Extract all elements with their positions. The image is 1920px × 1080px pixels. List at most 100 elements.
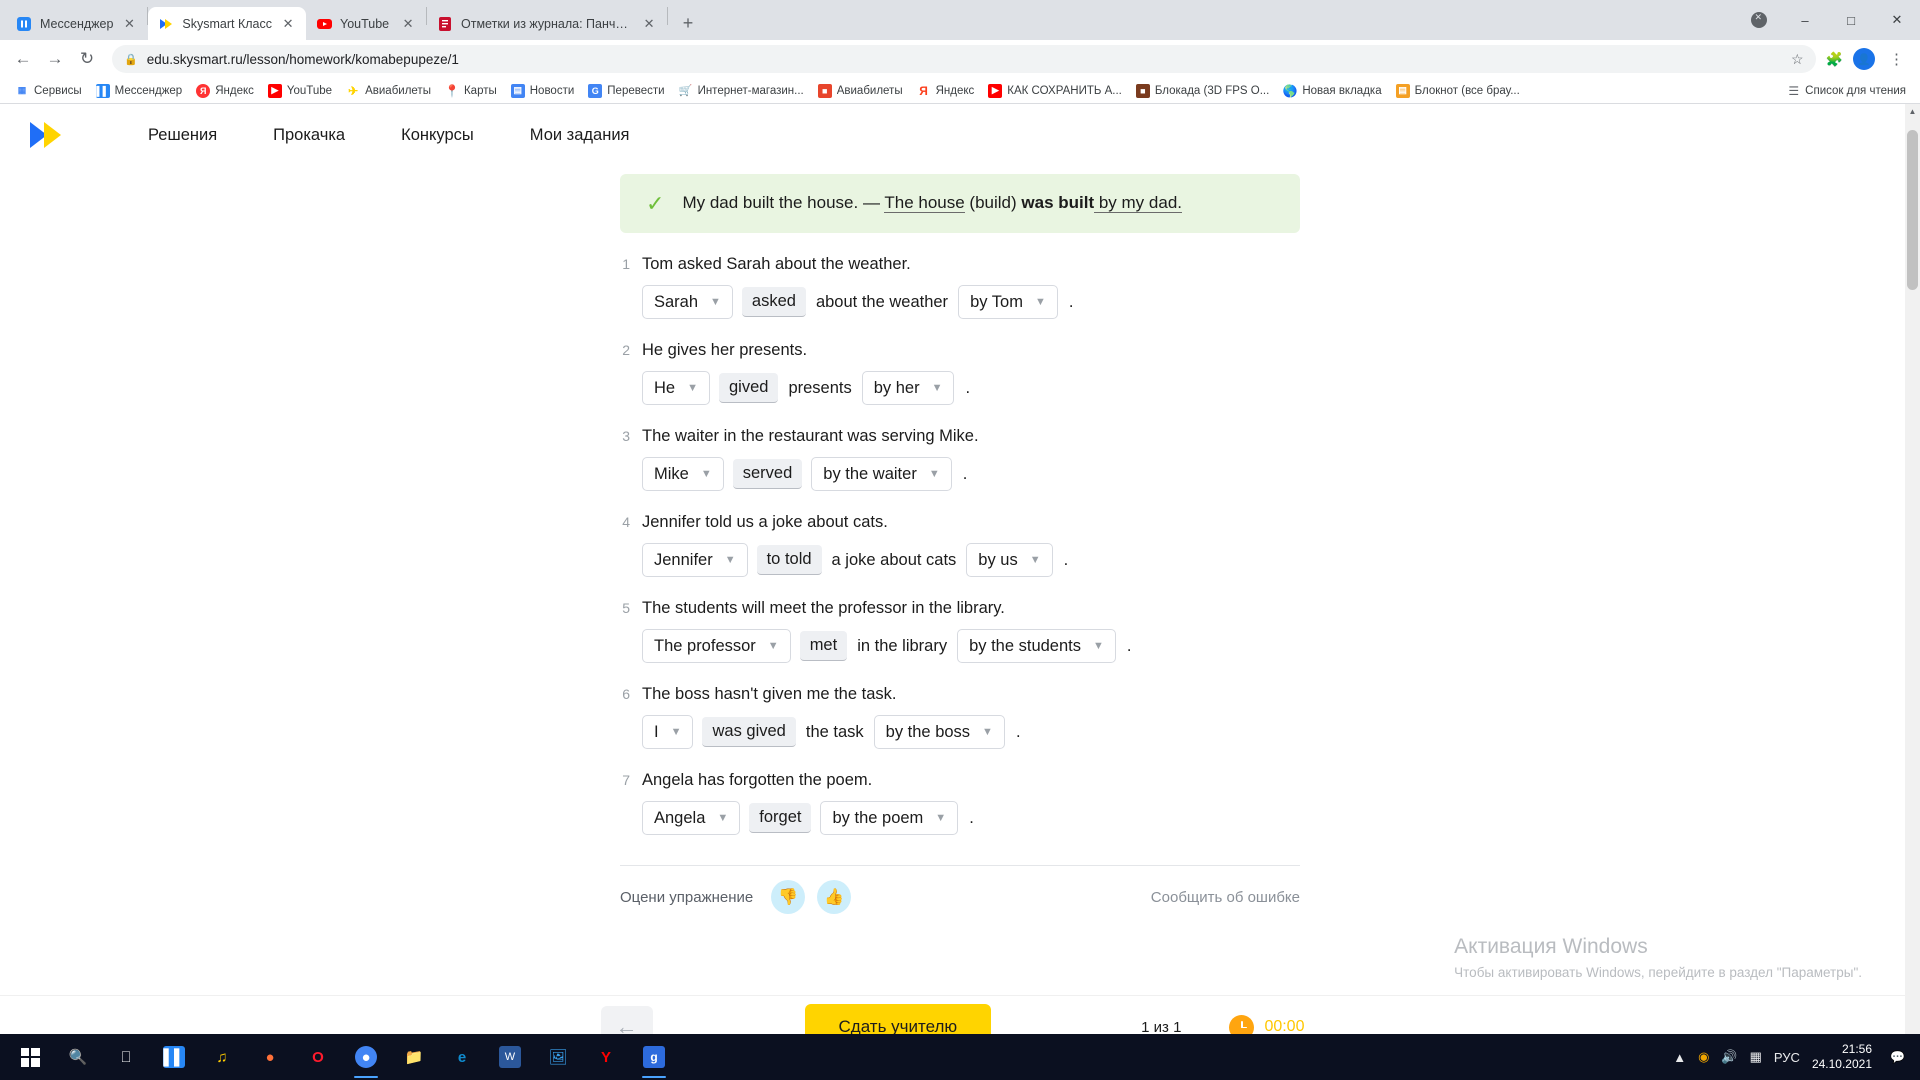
window-close-button[interactable]: ✕ — [1874, 4, 1920, 36]
bookmark-maps[interactable]: 📍 Карты — [438, 82, 504, 100]
verb-answer[interactable]: met — [799, 631, 848, 661]
bookmark-shop[interactable]: 🛒 Интернет-магазин... — [672, 82, 811, 100]
subject-select[interactable]: Angela ▼ — [642, 801, 741, 835]
agent-select[interactable]: by the poem ▼ — [820, 801, 959, 835]
notifications-icon[interactable]: 💬 — [1890, 1050, 1905, 1064]
bookmark-aviabilety-2[interactable]: ■ Авиабилеты — [811, 82, 910, 100]
bookmark-translate[interactable]: G Перевести — [581, 82, 671, 100]
profile-avatar[interactable]: 👤 — [1853, 48, 1875, 70]
bookmark-news[interactable]: ▤ Новости — [504, 82, 582, 100]
window-minimize-button[interactable]: – — [1782, 4, 1828, 36]
window-extra-close-icon[interactable] — [1736, 4, 1782, 36]
bookmark-aviabilety-1[interactable]: ✈ Авиабилеты — [339, 82, 438, 100]
select-value: I — [654, 722, 659, 741]
back-icon[interactable]: ← — [8, 44, 38, 74]
tab-close-icon[interactable]: ✕ — [641, 16, 657, 32]
example-text: My dad built the house. — The house (bui… — [682, 192, 1182, 214]
subject-select[interactable]: I ▼ — [642, 715, 694, 749]
bookmark-star-icon[interactable]: ☆ — [1791, 51, 1804, 68]
suitcase-icon: ■ — [817, 83, 832, 98]
taskbar-item-opera[interactable]: O — [294, 1034, 342, 1080]
verb-answer[interactable]: asked — [741, 287, 806, 317]
subject-select[interactable]: Jennifer ▼ — [642, 543, 748, 577]
bookmark-kak-sohranit[interactable]: ▶ КАК СОХРАНИТЬ A... — [981, 82, 1129, 100]
subject-select[interactable]: The professor ▼ — [642, 629, 791, 663]
taskbar-item-yandex-music[interactable]: ♫ — [198, 1034, 246, 1080]
subject-select[interactable]: He ▼ — [642, 371, 710, 405]
verb-answer[interactable]: to told — [756, 545, 822, 575]
skysmart-icon — [158, 16, 174, 32]
report-error-link[interactable]: Сообщить об ошибке — [1151, 889, 1300, 906]
new-tab-button[interactable]: + — [674, 9, 702, 37]
bookmark-new-tab[interactable]: 🌎 Новая вкладка — [1276, 82, 1388, 100]
volume-icon[interactable]: 🔊 — [1721, 1049, 1737, 1065]
bookmark-services[interactable]: ▦ Сервисы — [8, 82, 89, 100]
taskbar-item-firefox[interactable]: ● — [246, 1034, 294, 1080]
bookmark-label: Сервисы — [34, 84, 82, 97]
taskbar-item-messenger[interactable]: ▌▌ — [150, 1034, 198, 1080]
chrome-menu-icon[interactable]: ⋮ — [1885, 50, 1908, 68]
taskbar-task-view-button[interactable]: ⎕ — [102, 1034, 150, 1080]
bookmark-messenger[interactable]: ▌▌ Мессенджер — [89, 82, 190, 100]
window-maximize-button[interactable]: □ — [1828, 4, 1874, 36]
subject-select[interactable]: Sarah ▼ — [642, 285, 733, 319]
verb-answer[interactable]: forget — [749, 803, 812, 833]
taskbar-item-grammarly[interactable]: g — [630, 1034, 678, 1080]
taskbar-item-word[interactable]: W — [486, 1034, 534, 1080]
battery-icon[interactable]: ▦ — [1750, 1049, 1762, 1065]
question-number: 4 — [622, 514, 630, 530]
site-nav-prokachka[interactable]: Прокачка — [245, 126, 373, 145]
taskbar-item-explorer[interactable]: 📁 — [390, 1034, 438, 1080]
page-scrollbar[interactable]: ▲ ▼ — [1905, 104, 1920, 1058]
agent-select[interactable]: by us ▼ — [966, 543, 1053, 577]
skysmart-logo[interactable] — [30, 120, 74, 150]
bookmark-notepad[interactable]: ▤ Блокнот (все брау... — [1389, 82, 1527, 100]
site-nav-moi-zadaniya[interactable]: Мои задания — [502, 126, 658, 145]
site-nav-resheniya[interactable]: Решения — [120, 126, 245, 145]
taskbar-clock[interactable]: 21:56 24.10.2021 — [1812, 1042, 1878, 1072]
tab-close-icon[interactable]: ✕ — [280, 16, 296, 32]
thumb-down-icon[interactable]: 👎 — [771, 880, 806, 914]
thumb-up-icon[interactable]: 👍 — [817, 880, 852, 914]
address-bar[interactable]: 🔒 edu.skysmart.ru/lesson/homework/komabe… — [112, 45, 1816, 73]
forward-icon[interactable]: → — [40, 44, 70, 74]
reading-list-icon: ☰ — [1788, 83, 1800, 98]
scrollbar-thumb[interactable] — [1907, 130, 1918, 290]
tray-language[interactable]: РУС — [1774, 1050, 1800, 1065]
verb-answer[interactable]: gived — [718, 373, 779, 403]
bookmark-youtube[interactable]: ▶ YouTube — [261, 82, 339, 100]
windows-start-button[interactable] — [6, 1034, 54, 1080]
taskbar-item-yandex-browser[interactable]: Y — [582, 1034, 630, 1080]
extensions-icon[interactable]: 🧩 — [1826, 51, 1843, 68]
verb-answer[interactable]: served — [732, 459, 803, 489]
chevron-down-icon: ▼ — [931, 381, 943, 394]
tab-close-icon[interactable]: ✕ — [400, 16, 416, 32]
taskbar-search-button[interactable]: 🔍 — [54, 1034, 102, 1080]
taskbar-item-photos[interactable]: 🖼 — [534, 1034, 582, 1080]
agent-select[interactable]: by the students ▼ — [957, 629, 1116, 663]
agent-select[interactable]: by her ▼ — [861, 371, 955, 405]
clock-date: 24.10.2021 — [1811, 1057, 1872, 1071]
agent-select[interactable]: by the waiter ▼ — [811, 457, 952, 491]
bookmark-yandex-2[interactable]: Я Яндекс — [910, 82, 982, 100]
tab-messenger[interactable]: Мессенджер ✕ — [6, 7, 147, 40]
taskbar-item-chrome[interactable]: ● — [342, 1034, 390, 1080]
verb-answer[interactable]: was gived — [702, 717, 796, 747]
subject-select[interactable]: Mike ▼ — [642, 457, 724, 491]
tab-close-icon[interactable]: ✕ — [121, 16, 137, 32]
tray-expand-icon[interactable]: ▲ — [1673, 1050, 1686, 1065]
reading-list-button[interactable]: ☰ Список для чтения — [1788, 84, 1912, 98]
network-icon[interactable]: ◉ — [1698, 1049, 1709, 1065]
taskbar-item-edge[interactable]: e — [438, 1034, 486, 1080]
scroll-up-icon[interactable]: ▲ — [1905, 104, 1920, 120]
tab-youtube[interactable]: YouTube ✕ — [306, 7, 426, 40]
agent-select[interactable]: by Tom ▼ — [958, 285, 1058, 319]
question-1: 1 Tom asked Sarah about the weather. Sar… — [620, 255, 1300, 319]
tab-skysmart[interactable]: Skysmart Класс ✕ — [148, 7, 307, 40]
reload-icon[interactable]: ↻ — [72, 44, 102, 74]
agent-select[interactable]: by the boss ▼ — [873, 715, 1005, 749]
tab-journal[interactable]: Отметки из журнала: Панчин К ✕ — [427, 7, 667, 40]
bookmark-yandex[interactable]: Я Яндекс — [189, 82, 261, 100]
bookmark-blokada[interactable]: ■ Блокада (3D FPS O... — [1129, 82, 1276, 100]
site-nav-konkursy[interactable]: Конкурсы — [373, 126, 502, 145]
